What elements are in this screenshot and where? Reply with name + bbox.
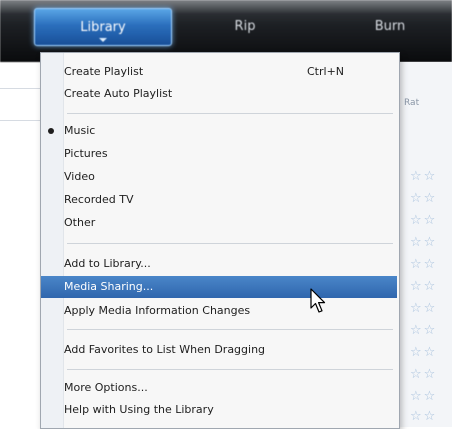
tab-burn[interactable]: Burn [350, 8, 430, 44]
star-icon: ☆ [423, 235, 436, 250]
menu-item-label: Create Playlist [64, 65, 144, 78]
tab-library[interactable]: Library [34, 8, 172, 46]
rating-stars[interactable]: ☆ ☆ [410, 280, 435, 293]
star-icon: ☆ [423, 191, 436, 206]
rating-stars[interactable]: ☆ ☆ [410, 410, 435, 423]
star-icon: ☆ [410, 235, 422, 250]
star-icon: ☆ [423, 213, 436, 228]
star-icon: ☆ [410, 213, 422, 228]
star-icon: ☆ [410, 169, 422, 184]
star-icon: ☆ [423, 257, 436, 272]
star-icon: ☆ [423, 367, 436, 382]
star-icon: ☆ [410, 191, 422, 206]
star-icon: ☆ [423, 389, 436, 404]
star-icon: ☆ [423, 169, 436, 184]
star-icon: ☆ [423, 323, 436, 338]
rating-stars[interactable]: ☆ ☆ [410, 170, 435, 183]
menu-item-create-auto-playlist[interactable]: Create Auto Playlist [63, 83, 397, 105]
rating-stars[interactable]: ☆ ☆ [410, 390, 435, 403]
background-divider [0, 88, 40, 89]
menu-item-help-library[interactable]: Help with Using the Library [63, 399, 397, 421]
menu-item-label: Apply Media Information Changes [64, 304, 251, 317]
menu-separator [67, 243, 393, 244]
menu-item-label: Other [64, 216, 96, 229]
menu-separator [67, 113, 393, 114]
star-icon: ☆ [410, 367, 422, 382]
menu-item-music[interactable]: Music [63, 120, 397, 142]
star-icon: ☆ [410, 301, 422, 316]
background-divider [0, 120, 40, 121]
menu-item-label: Add Favorites to List When Dragging [64, 343, 266, 356]
star-icon: ☆ [410, 345, 422, 360]
rating-stars[interactable]: ☆ ☆ [410, 192, 435, 205]
rating-stars[interactable]: ☆ ☆ [410, 214, 435, 227]
menu-item-media-sharing[interactable]: Media Sharing... [41, 276, 397, 298]
menu-item-label: Media Sharing... [64, 280, 154, 293]
rating-stars[interactable]: ☆ ☆ [410, 324, 435, 337]
menu-item-label: Add to Library... [64, 257, 151, 270]
rating-stars[interactable]: ☆ ☆ [410, 302, 435, 315]
tab-rip-label: Rip [234, 18, 256, 34]
star-icon: ☆ [410, 409, 422, 424]
rating-stars[interactable]: ☆ ☆ [410, 236, 435, 249]
tab-burn-label: Burn [374, 18, 406, 34]
menu-item-label: More Options... [64, 381, 148, 394]
star-icon: ☆ [423, 409, 436, 424]
star-icon: ☆ [423, 345, 436, 360]
menu-item-add-favorites[interactable]: Add Favorites to List When Dragging [63, 339, 397, 361]
menu-item-video[interactable]: Video [63, 166, 397, 188]
menu-separator [67, 329, 393, 330]
menu-item-other[interactable]: Other [63, 212, 397, 234]
star-icon: ☆ [410, 323, 422, 338]
menu-item-shortcut: Ctrl+N [307, 65, 345, 78]
menu-icon-stripe [41, 53, 64, 428]
rating-stars[interactable]: ☆ ☆ [410, 258, 435, 271]
tab-rip[interactable]: Rip [210, 8, 280, 44]
star-icon: ☆ [410, 279, 422, 294]
menu-item-apply-media-info[interactable]: Apply Media Information Changes [63, 300, 397, 322]
menu-item-label: Create Auto Playlist [64, 87, 173, 100]
menu-item-label: Video [64, 170, 95, 183]
star-icon: ☆ [410, 389, 422, 404]
chevron-down-icon [99, 38, 107, 42]
menu-separator [67, 369, 393, 370]
menu-item-pictures[interactable]: Pictures [63, 143, 397, 165]
menu-item-create-playlist[interactable]: Create Playlist Ctrl+N [63, 61, 397, 83]
menu-item-add-to-library[interactable]: Add to Library... [63, 253, 397, 275]
library-dropdown-menu: Create Playlist Ctrl+N Create Auto Playl… [40, 52, 400, 429]
mouse-pointer-icon [310, 288, 326, 313]
menu-item-more-options[interactable]: More Options... [63, 377, 397, 399]
star-icon: ☆ [410, 257, 422, 272]
menu-item-label: Recorded TV [64, 193, 134, 206]
star-icon: ☆ [423, 301, 436, 316]
star-icon: ☆ [423, 279, 436, 294]
menu-item-recorded-tv[interactable]: Recorded TV [63, 189, 397, 211]
rating-stars[interactable]: ☆ ☆ [410, 368, 435, 381]
tab-library-label: Library [80, 19, 126, 35]
selected-bullet-icon [48, 128, 54, 134]
menu-item-label: Music [64, 124, 96, 137]
menu-item-label: Help with Using the Library [64, 403, 214, 416]
rating-stars[interactable]: ☆ ☆ [410, 346, 435, 359]
rating-column-header[interactable]: Rat [404, 98, 419, 108]
menu-item-label: Pictures [64, 147, 108, 160]
